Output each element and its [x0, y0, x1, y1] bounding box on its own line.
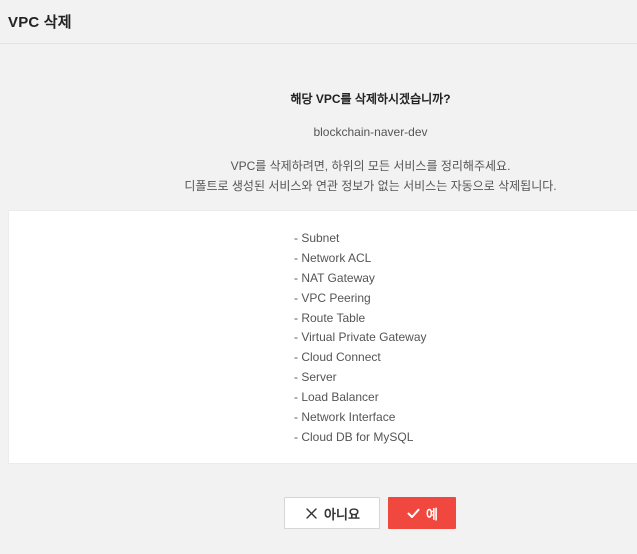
cancel-button[interactable]: 아니요: [284, 497, 380, 529]
service-item-virtual-private-gateway: - Virtual Private Gateway: [294, 330, 427, 345]
description-line-1: VPC를 삭제하려면, 하위의 모든 서비스를 정리해주세요.: [230, 159, 511, 173]
service-item-route-table: - Route Table: [294, 310, 366, 325]
service-list-panel: - Subnet - Network ACL - NAT Gateway - V…: [8, 210, 637, 464]
description-line-2: 디폴트로 생성된 서비스와 연관 정보가 없는 서비스는 자동으로 삭제됩니다.: [184, 179, 557, 193]
service-item-cloud-db-mysql: - Cloud DB for MySQL: [294, 429, 414, 444]
service-item-server: - Server: [294, 370, 337, 385]
dialog-header: VPC 삭제: [0, 0, 637, 44]
close-icon: [304, 506, 318, 520]
service-item-load-balancer: - Load Balancer: [294, 390, 379, 405]
check-icon: [406, 506, 420, 520]
service-item-network-interface: - Network Interface: [294, 410, 396, 425]
vpc-delete-dialog: VPC 삭제 해당 VPC를 삭제하시겠습니까? blockchain-nave…: [0, 0, 637, 554]
service-item-cloud-connect: - Cloud Connect: [294, 350, 381, 365]
vpc-name: blockchain-naver-dev: [313, 125, 428, 139]
service-item-network-acl: - Network ACL: [294, 250, 372, 265]
confirm-button[interactable]: 예: [388, 497, 456, 529]
confirm-question: 해당 VPC를 삭제하시겠습니까?: [290, 92, 451, 106]
dialog-title: VPC 삭제: [8, 14, 72, 31]
cancel-button-label: 아니요: [324, 506, 360, 522]
confirm-button-label: 예: [426, 506, 438, 522]
description: VPC를 삭제하려면, 하위의 모든 서비스를 정리해주세요. 디폴트로 생성된…: [0, 156, 637, 196]
service-item-vpc-peering: - VPC Peering: [294, 290, 371, 305]
service-item-nat-gateway: - NAT Gateway: [294, 270, 375, 285]
service-list: - Subnet - Network ACL - NAT Gateway - V…: [294, 229, 427, 448]
dialog-buttons: 아니요 예: [284, 497, 456, 529]
service-item-subnet: - Subnet: [294, 231, 340, 245]
